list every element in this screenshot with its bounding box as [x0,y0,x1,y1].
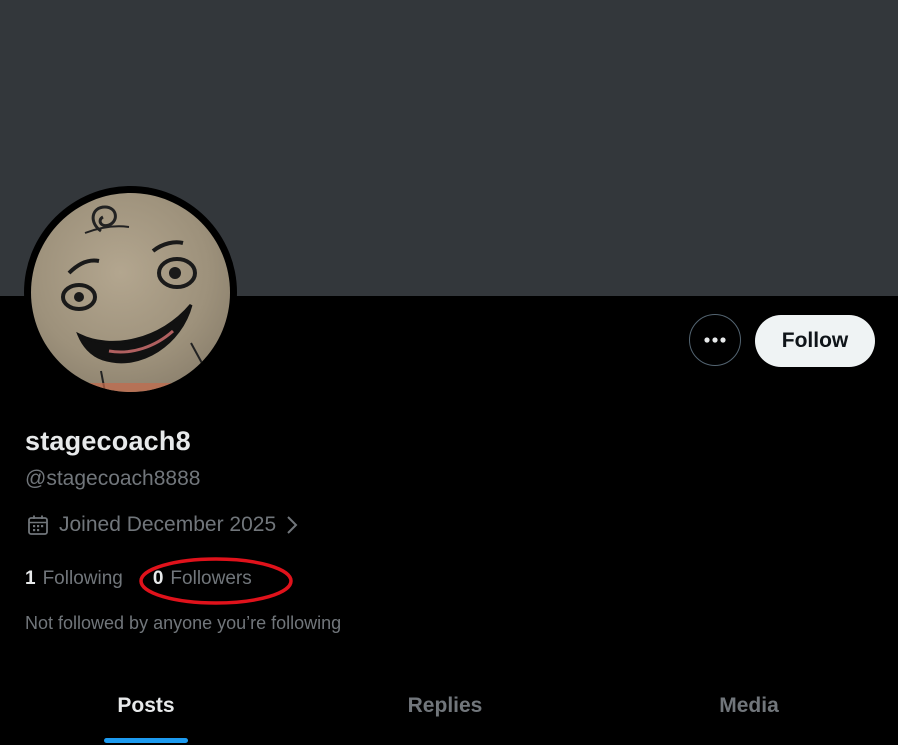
active-tab-indicator [104,738,188,743]
following-count: 1 [25,568,36,589]
followers-label: Followers [170,568,252,589]
avatar-frame[interactable] [24,186,237,399]
joined-date[interactable]: Joined December 2025 [27,513,299,537]
calendar-icon [28,515,48,535]
following-label: Following [42,568,123,589]
following-link[interactable]: 1 Following [25,568,123,590]
more-options-button[interactable] [689,314,741,366]
followers-link[interactable]: 0 Followers [153,568,252,590]
joined-label: Joined December 2025 [59,513,277,536]
follow-button[interactable]: Follow [755,315,875,367]
tab-replies[interactable]: Replies [395,694,495,718]
display-name: stagecoach8 [25,426,191,456]
user-handle: @stagecoach8888 [25,467,201,490]
tab-media[interactable]: Media [700,694,798,718]
avatar-drawing [61,205,204,392]
more-dots-icon [704,337,726,343]
profile-tabs: Posts Replies Media [0,672,898,745]
tab-posts[interactable]: Posts [104,694,188,718]
chevron-right-icon [287,516,298,534]
not-followed-note: Not followed by anyone you’re following [25,613,342,633]
avatar[interactable] [31,193,230,392]
followers-count: 0 [152,568,164,589]
follow-stats: 1 Following 0 Followers [25,568,252,590]
